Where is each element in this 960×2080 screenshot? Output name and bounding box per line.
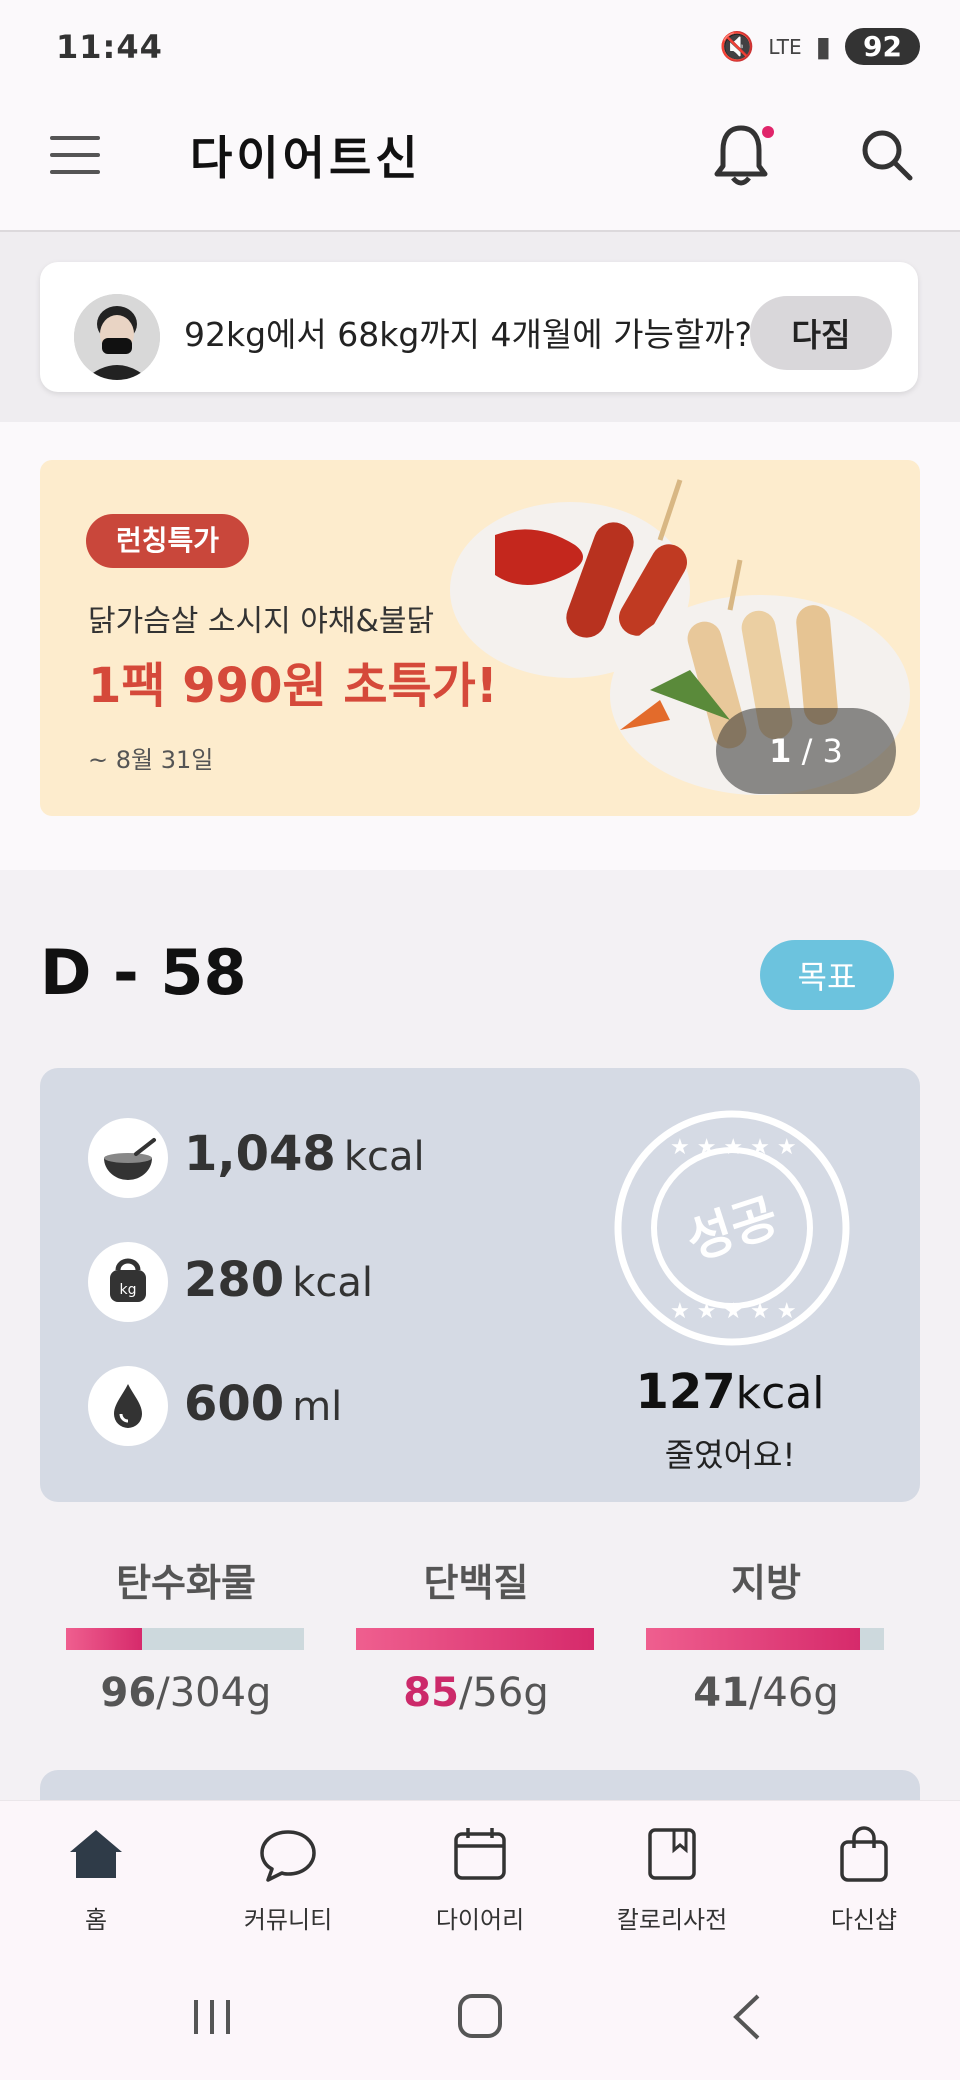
home-button-icon[interactable] — [450, 1992, 510, 2042]
water-drop-icon — [88, 1366, 168, 1446]
banner-headline: 1팩 990원 초특가! — [88, 658, 498, 714]
nav-community[interactable]: 커뮤니티 — [192, 1822, 384, 1935]
goal-button[interactable]: 목표 — [760, 940, 894, 1010]
home-icon — [70, 1830, 122, 1878]
battery-badge: 92 — [845, 28, 920, 65]
nutrient-label-fat: 지방 — [731, 1561, 801, 1605]
svg-text:★ ★ ★ ★ ★: ★ ★ ★ ★ ★ — [670, 1299, 797, 1324]
status-time: 11:44 — [56, 28, 163, 66]
calendar-icon — [454, 1828, 506, 1880]
nutrient-bar-fat — [646, 1628, 884, 1650]
kettlebell-icon: kg — [88, 1242, 168, 1322]
exercise-calories: 280 kcal — [184, 1252, 373, 1308]
svg-text:kg: kg — [120, 1282, 137, 1298]
nutrient-label-protein: 단백질 — [423, 1561, 529, 1605]
chat-bubble-icon — [260, 1830, 316, 1882]
nutrient-bar-carbs — [66, 1628, 304, 1650]
nutrient-value-protein: 85/56g — [403, 1670, 549, 1716]
svg-text:★ ★ ★ ★ ★: ★ ★ ★ ★ ★ — [670, 1135, 797, 1160]
banner-subtitle: 닭가슴살 소시지 야채&불닭 — [88, 604, 435, 639]
nutrient-fill-fat — [646, 1628, 861, 1650]
nutrient-bar-protein — [356, 1628, 594, 1650]
pledge-text: 92kg에서 68kg까지 4개월에 가능할까? — [184, 315, 753, 354]
nav-label-community: 커뮤니티 — [243, 1906, 333, 1934]
status-icons: 🔇 LTE ▮ 92 — [719, 28, 920, 65]
hamburger-menu-icon[interactable] — [50, 136, 100, 174]
food-calories: 1,048 kcal — [184, 1126, 425, 1182]
nutrient-value-carbs: 96/304g — [100, 1670, 272, 1716]
nav-shop[interactable]: 다신샵 — [768, 1822, 960, 1935]
shopping-bag-icon — [840, 1826, 888, 1882]
app-logo: 다이어트신 — [190, 131, 422, 185]
notification-dot — [762, 126, 774, 138]
nutrient-fill-protein — [356, 1628, 594, 1650]
recent-apps-icon[interactable] — [182, 1992, 242, 2042]
nutrient-value-fat: 41/46g — [693, 1670, 839, 1716]
saved-caption: 줄였어요! — [664, 1436, 796, 1474]
nutrient-label-carbs: 탄수화물 — [116, 1561, 256, 1605]
mute-icon: 🔇 — [719, 30, 755, 63]
dday-counter: D - 58 — [40, 936, 247, 1009]
network-label: LTE — [768, 34, 802, 59]
nav-diary[interactable]: 다이어리 — [384, 1822, 576, 1935]
nutrient-fill-carbs — [66, 1628, 143, 1650]
nav-label-calorie-dictionary: 칼로리사전 — [616, 1906, 728, 1934]
signal-icon: ▮ — [815, 30, 832, 63]
app-header — [0, 100, 960, 232]
banner-pager: 1 / 3 — [716, 708, 896, 794]
saved-calories: 127kcal — [635, 1364, 825, 1420]
nav-label-diary: 다이어리 — [435, 1906, 525, 1934]
back-icon[interactable] — [718, 1992, 778, 2042]
svg-text:성공: 성공 — [680, 1187, 785, 1271]
bowl-icon — [88, 1118, 168, 1198]
success-stamp-icon: ★ ★ ★ ★ ★ ★ ★ ★ ★ ★ 성공 — [614, 1110, 850, 1346]
avatar[interactable] — [74, 294, 160, 380]
nav-label-shop: 다신샵 — [830, 1906, 898, 1934]
promo-badge: 런칭특가 — [86, 514, 250, 568]
banner-date: ~ 8월 31일 — [88, 746, 214, 774]
nav-label-home: 홈 — [84, 1906, 108, 1934]
water-intake: 600 ml — [184, 1376, 343, 1432]
search-icon[interactable] — [858, 126, 914, 182]
book-icon — [648, 1828, 696, 1880]
pledge-button[interactable]: 다짐 — [750, 296, 892, 370]
nav-home[interactable]: 홈 — [0, 1822, 192, 1935]
nav-calorie-dictionary[interactable]: 칼로리사전 — [576, 1822, 768, 1935]
